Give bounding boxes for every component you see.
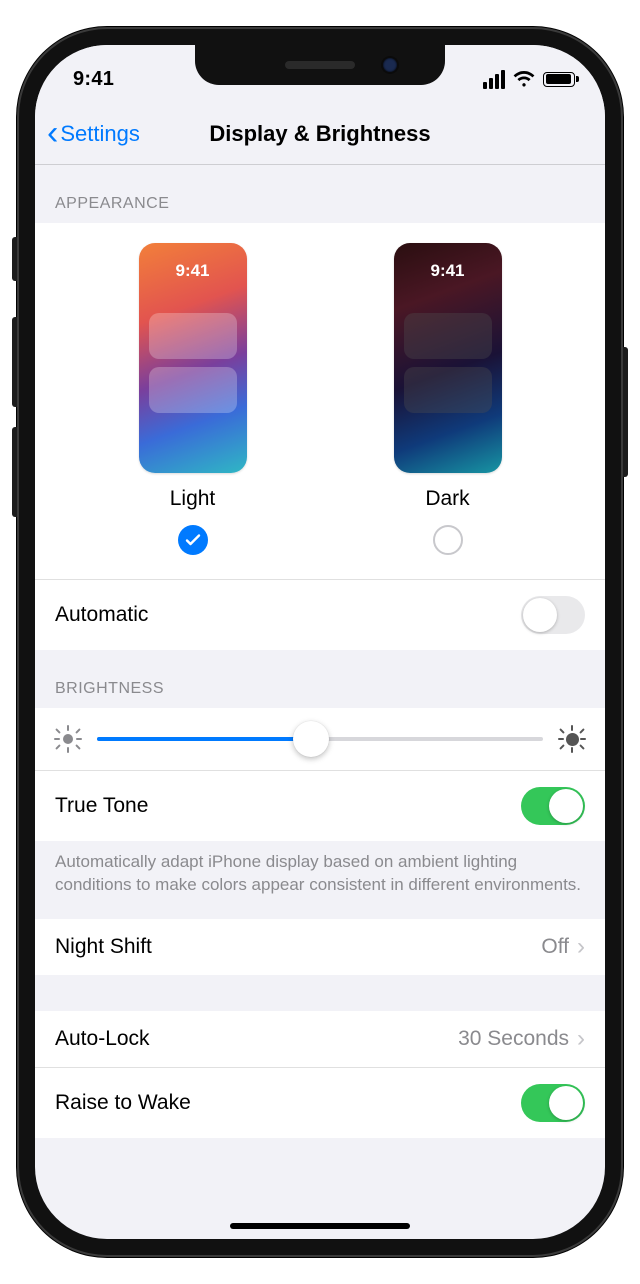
raise-to-wake-toggle[interactable] [521, 1084, 585, 1122]
night-shift-label: Night Shift [55, 935, 152, 959]
true-tone-toggle[interactable] [521, 787, 585, 825]
night-shift-group: Night Shift Off › [35, 919, 605, 975]
settings-content[interactable]: APPEARANCE 9:41 Light [35, 165, 605, 1239]
checkmark-icon [185, 532, 201, 548]
brightness-group: True Tone [35, 708, 605, 841]
auto-lock-label: Auto-Lock [55, 1027, 150, 1051]
dark-mode-radio[interactable] [433, 525, 463, 555]
back-button[interactable]: ‹ Settings [35, 121, 140, 147]
appearance-header: APPEARANCE [35, 165, 605, 223]
phone-frame: 9:41 ‹ Settings Display & Brightness APP… [17, 27, 623, 1257]
light-mode-thumbnail: 9:41 [139, 243, 247, 473]
night-shift-value: Off [541, 935, 569, 959]
notch [195, 45, 445, 85]
brightness-header: BRIGHTNESS [35, 650, 605, 708]
brightness-high-icon [559, 726, 585, 752]
true-tone-label: True Tone [55, 794, 148, 818]
brightness-slider-thumb[interactable] [293, 721, 329, 757]
raise-to-wake-label: Raise to Wake [55, 1091, 191, 1115]
appearance-mode-dark[interactable]: 9:41 Dark [394, 243, 502, 555]
wifi-icon [513, 71, 535, 87]
brightness-slider-row [35, 708, 605, 770]
status-time: 9:41 [73, 68, 114, 91]
raise-to-wake-row: Raise to Wake [35, 1067, 605, 1138]
brightness-low-icon [55, 726, 81, 752]
home-indicator[interactable] [230, 1223, 410, 1229]
light-mode-radio[interactable] [178, 525, 208, 555]
thumbnail-clock: 9:41 [394, 261, 502, 281]
thumbnail-clock: 9:41 [139, 261, 247, 281]
page-title: Display & Brightness [209, 121, 430, 147]
auto-lock-row[interactable]: Auto-Lock 30 Seconds › [35, 1011, 605, 1067]
appearance-mode-light[interactable]: 9:41 Light [139, 243, 247, 555]
earpiece [285, 61, 355, 69]
night-shift-row[interactable]: Night Shift Off › [35, 919, 605, 975]
true-tone-footer: Automatically adapt iPhone display based… [35, 841, 605, 919]
mute-switch [12, 237, 17, 281]
appearance-group: 9:41 Light 9:41 Dark [35, 223, 605, 650]
screen: 9:41 ‹ Settings Display & Brightness APP… [35, 45, 605, 1239]
volume-down-button [12, 427, 17, 517]
front-camera [383, 58, 397, 72]
back-label: Settings [60, 121, 140, 147]
cellular-signal-icon [483, 70, 505, 89]
light-mode-label: Light [170, 487, 216, 511]
true-tone-row: True Tone [35, 770, 605, 841]
automatic-label: Automatic [55, 603, 148, 627]
dark-mode-label: Dark [425, 487, 469, 511]
power-button [623, 347, 628, 477]
nav-header: ‹ Settings Display & Brightness [35, 103, 605, 165]
battery-icon [543, 72, 575, 87]
volume-up-button [12, 317, 17, 407]
auto-lock-value: 30 Seconds [458, 1027, 569, 1051]
automatic-toggle[interactable] [521, 596, 585, 634]
dark-mode-thumbnail: 9:41 [394, 243, 502, 473]
automatic-row: Automatic [35, 579, 605, 650]
lock-group: Auto-Lock 30 Seconds › Raise to Wake [35, 1011, 605, 1138]
brightness-slider[interactable] [97, 737, 543, 741]
